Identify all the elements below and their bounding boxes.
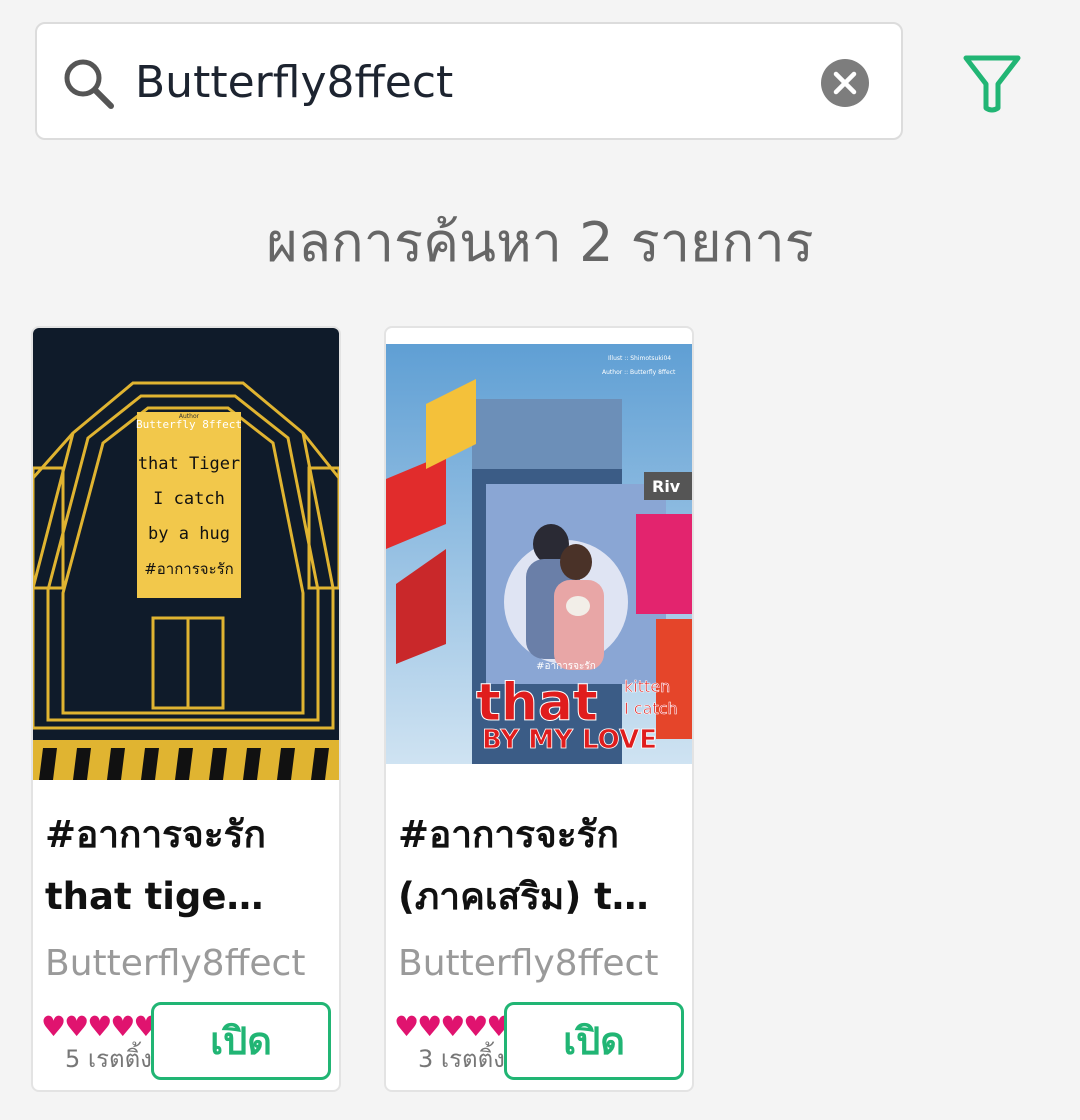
search-input[interactable]: Butterfly8ffect bbox=[135, 57, 453, 109]
open-button[interactable]: เปิด bbox=[504, 1002, 684, 1080]
cover-illust: Illust :: Shimotsuki04 bbox=[608, 355, 671, 362]
clear-icon[interactable] bbox=[821, 59, 869, 107]
search-box[interactable]: Butterfly8ffect bbox=[35, 22, 903, 140]
rating-count: 3 เรตติ้ง bbox=[418, 1045, 505, 1073]
cover-author: Butterfly 8ffect bbox=[136, 418, 242, 431]
cover-title-line: I catch bbox=[153, 489, 225, 509]
result-count: ผลการค้นหา 2 รายการ bbox=[266, 211, 814, 274]
cover-title-word: kitten bbox=[624, 677, 670, 696]
cover-title-line: #อาการจะรัก bbox=[144, 560, 234, 578]
book-card[interactable]: Author Butterfly 8ffect that Tiger I cat… bbox=[31, 326, 341, 1092]
cover-hashtag: #อาการจะรัก bbox=[536, 661, 596, 672]
cover-title-word: BY MY LOVE bbox=[482, 725, 657, 755]
cover-title-word: that bbox=[476, 673, 598, 733]
open-button[interactable]: เปิด bbox=[151, 1002, 331, 1080]
book-title[interactable]: #อาการจะรัก (ภาคเสริม) t… bbox=[398, 804, 682, 928]
cover-author: Author :: Butterfly 8ffect bbox=[602, 369, 676, 376]
cover-title-line: that Tiger bbox=[138, 454, 240, 474]
rating-count: 5 เรตติ้ง bbox=[65, 1045, 152, 1073]
cover-sign: Riv bbox=[652, 477, 681, 496]
book-author[interactable]: Butterfly8ffect bbox=[45, 940, 305, 988]
book-author[interactable]: Butterfly8ffect bbox=[398, 940, 658, 988]
book-cover[interactable]: Illust :: Shimotsuki04 Author :: Butterf… bbox=[386, 344, 692, 764]
filter-icon[interactable] bbox=[960, 50, 1024, 118]
rating-hearts: ♥♥♥♥♥ bbox=[41, 1010, 159, 1043]
book-title[interactable]: #อาการจะรัก that tige… bbox=[45, 804, 329, 928]
book-cover[interactable]: Author Butterfly 8ffect that Tiger I cat… bbox=[33, 328, 339, 780]
rating-hearts: ♥♥♥♥♥ bbox=[394, 1010, 512, 1043]
search-icon bbox=[64, 59, 114, 109]
book-card[interactable]: Illust :: Shimotsuki04 Author :: Butterf… bbox=[384, 326, 694, 1092]
cover-title-word: I catch bbox=[624, 699, 678, 718]
cover-title-line: by a hug bbox=[148, 524, 230, 544]
